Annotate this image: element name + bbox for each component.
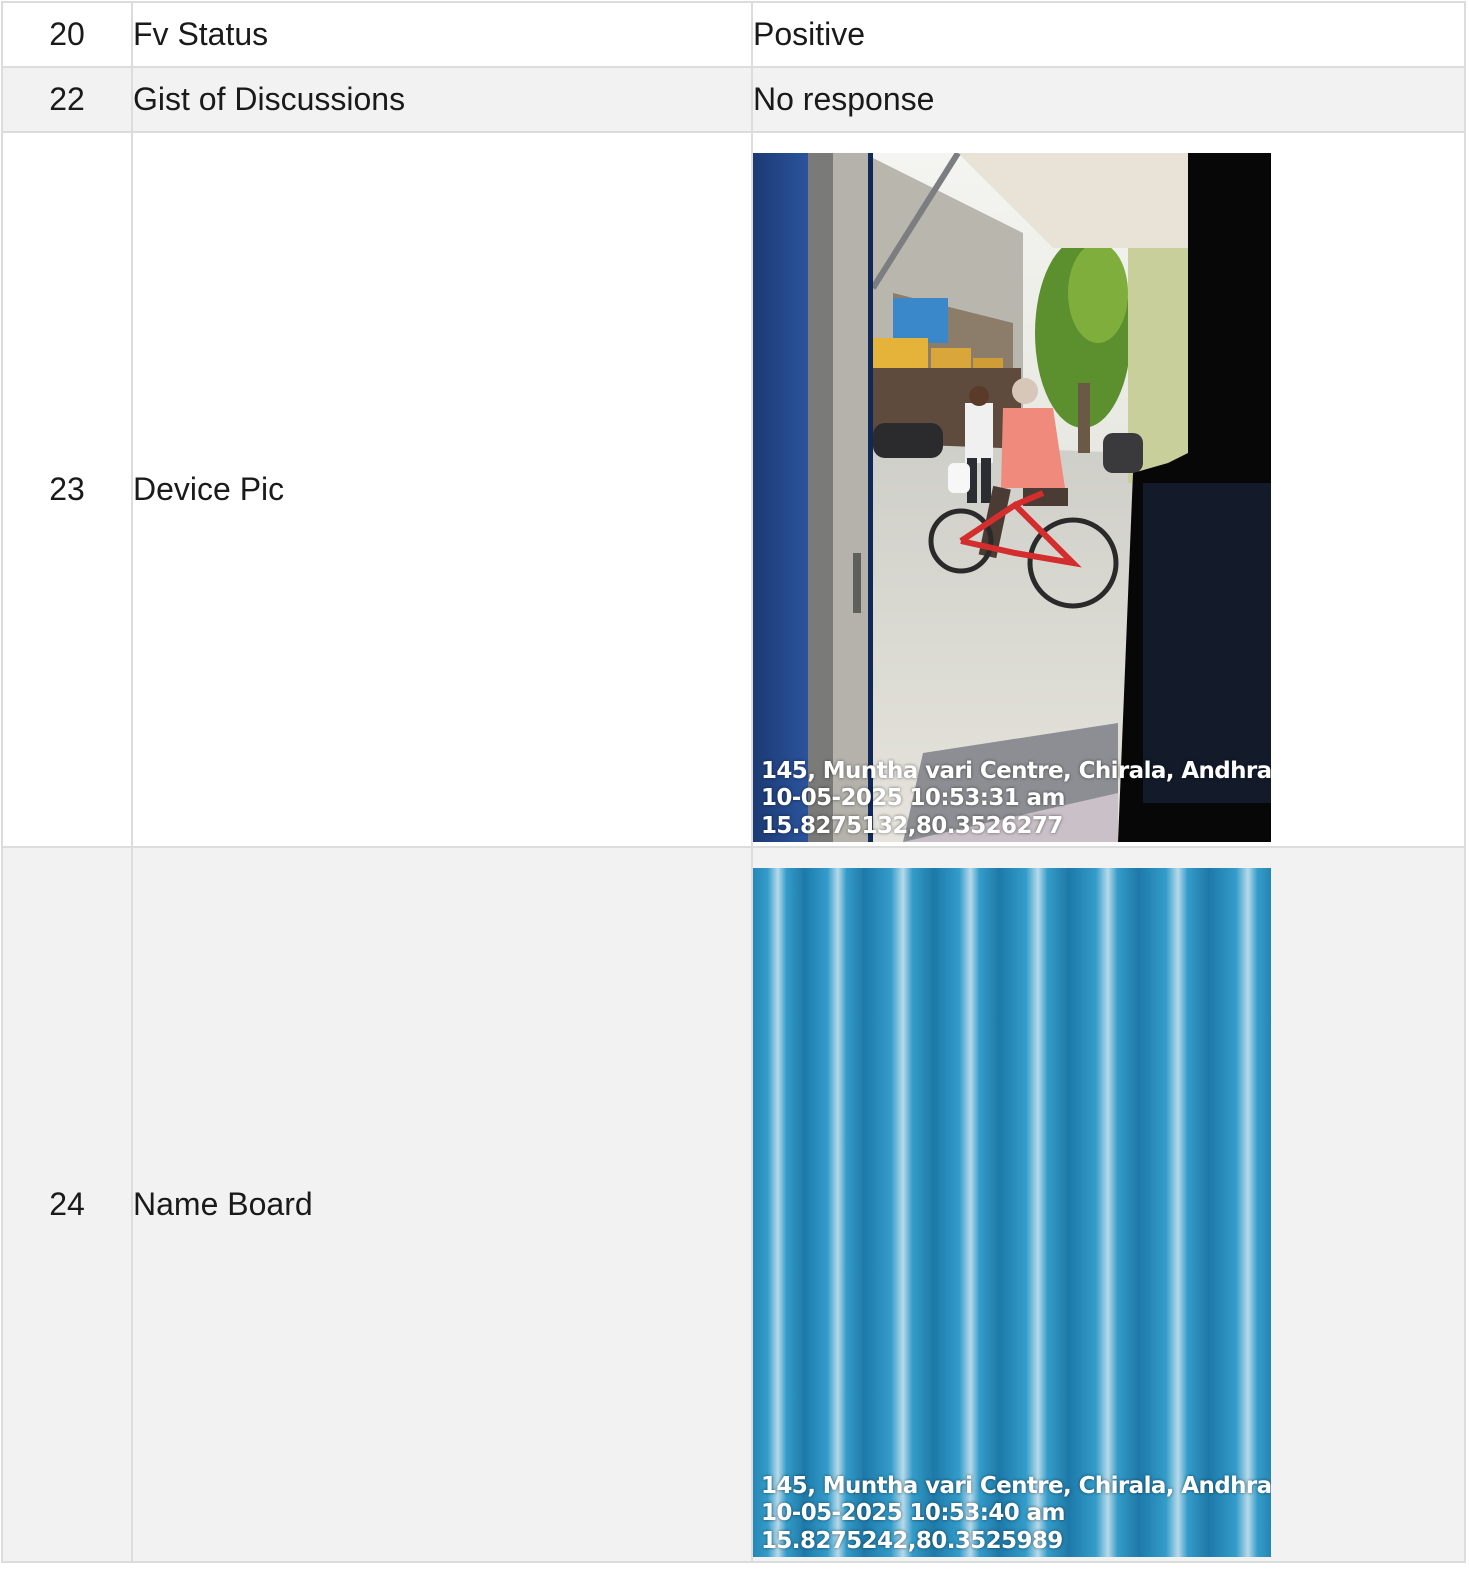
row-label: Device Pic bbox=[131, 131, 753, 848]
photo-stamp: 145, Muntha vari Centre, Chirala, Andhra… bbox=[761, 758, 1271, 841]
stamp-address: 145, Muntha vari Centre, Chirala, Andhra… bbox=[761, 757, 1271, 784]
row-number: 24 bbox=[1, 846, 133, 1563]
stamp-datetime: 10-05-2025 10:53:31 am bbox=[761, 785, 1065, 811]
verification-table: 20 Fv Status Positive 22 Gist of Discuss… bbox=[1, 1, 1466, 1563]
row-label: Name Board bbox=[131, 846, 753, 1563]
row-number: 23 bbox=[1, 131, 133, 848]
row-number: 22 bbox=[1, 66, 133, 133]
name-board-photo[interactable]: 145, Muntha vari Centre, Chirala, Andhra… bbox=[753, 868, 1271, 1557]
row-value: 145, Muntha vari Centre, Chirala, Andhra… bbox=[751, 846, 1466, 1563]
table-row-name-board: 24 Name Board 145, Muntha vari Centre, C… bbox=[1, 846, 1466, 1563]
row-label: Fv Status bbox=[131, 1, 753, 68]
table-row-device-pic: 23 Device Pic 145, Muntha vari Centre, C… bbox=[1, 131, 1466, 848]
row-value: No response bbox=[751, 66, 1466, 133]
street-scene-image bbox=[753, 153, 1271, 842]
row-number: 20 bbox=[1, 1, 133, 68]
stamp-coords: 15.8275242,80.3525989 bbox=[761, 1527, 1063, 1554]
stamp-address: 145, Muntha vari Centre, Chirala, Andhra… bbox=[761, 1472, 1271, 1499]
photo-stamp: 145, Muntha vari Centre, Chirala, Andhra… bbox=[761, 1473, 1271, 1556]
table-row-fv-status: 20 Fv Status Positive bbox=[1, 1, 1466, 68]
row-value: 145, Muntha vari Centre, Chirala, Andhra… bbox=[751, 131, 1466, 848]
row-value: Positive bbox=[751, 1, 1466, 68]
device-photo[interactable]: 145, Muntha vari Centre, Chirala, Andhra… bbox=[753, 153, 1271, 842]
row-label: Gist of Discussions bbox=[131, 66, 753, 133]
stamp-datetime: 10-05-2025 10:53:40 am bbox=[761, 1500, 1065, 1526]
table-row-gist-of-discussions: 22 Gist of Discussions No response bbox=[1, 66, 1466, 133]
blue-sheet-image bbox=[753, 868, 1271, 1557]
stamp-coords: 15.8275132,80.3526277 bbox=[761, 812, 1063, 839]
